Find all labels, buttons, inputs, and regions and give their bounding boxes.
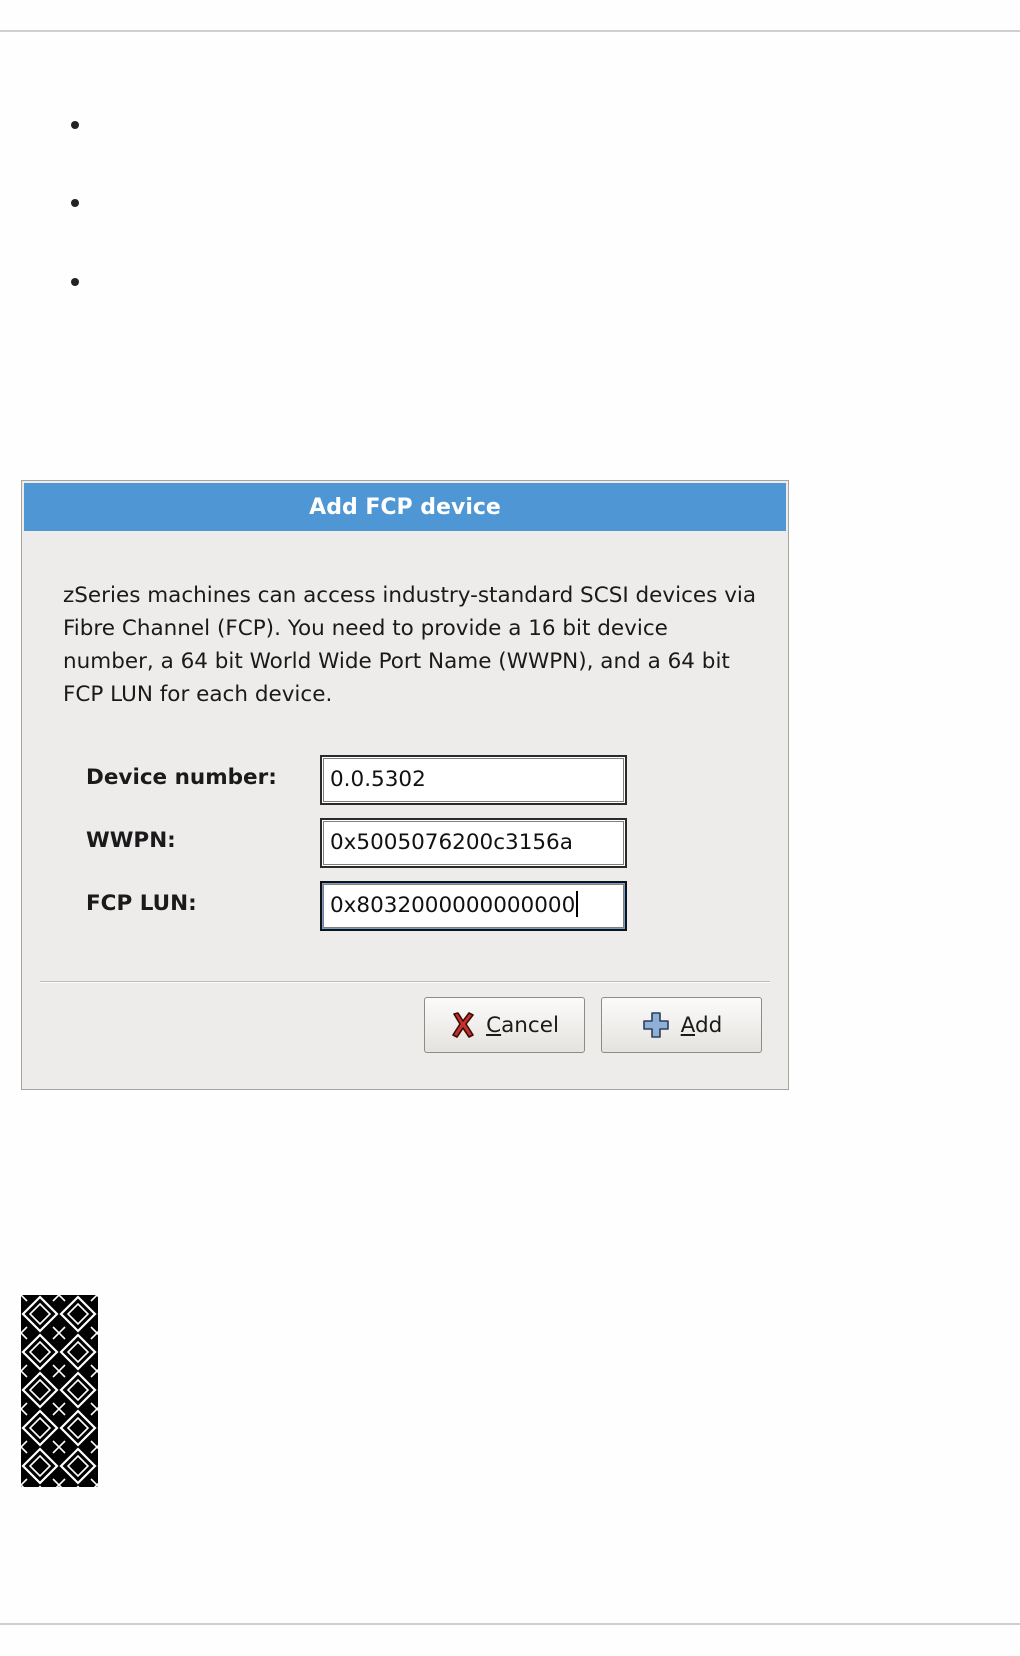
bullet-point [71, 199, 79, 207]
fcp-lun-value: 0x8032000000000000 [330, 893, 576, 918]
device-number-input[interactable]: 0.0.5302 [320, 755, 627, 805]
plus-icon [641, 1010, 671, 1040]
device-number-label: Device number: [86, 765, 277, 790]
bullet-point [71, 278, 79, 286]
add-button[interactable]: Add [601, 997, 762, 1053]
wwpn-input[interactable]: 0x5005076200c3156a [320, 818, 627, 868]
wwpn-value: 0x5005076200c3156a [330, 830, 573, 855]
dialog-description: zSeries machines can access industry-sta… [63, 583, 757, 707]
cancel-label: Cancel [486, 1012, 559, 1038]
add-fcp-dialog: Add FCP device zSeries machines can acce… [21, 480, 789, 1090]
add-label: Add [680, 1012, 723, 1038]
fcp-lun-label: FCP LUN: [86, 891, 197, 916]
top-rule [0, 30, 1020, 32]
bottom-rule [0, 1623, 1020, 1625]
dialog-title: Add FCP device [24, 483, 786, 531]
bullet-point [71, 121, 79, 129]
diamond-pattern-logo [21, 1295, 98, 1487]
cancel-x-icon [450, 1011, 476, 1039]
device-number-value: 0.0.5302 [330, 767, 426, 792]
text-caret [576, 891, 579, 917]
button-separator [40, 981, 770, 983]
wwpn-label: WWPN: [86, 828, 176, 853]
cancel-button[interactable]: Cancel [424, 997, 585, 1053]
fcp-lun-input[interactable]: 0x8032000000000000 [320, 881, 627, 931]
